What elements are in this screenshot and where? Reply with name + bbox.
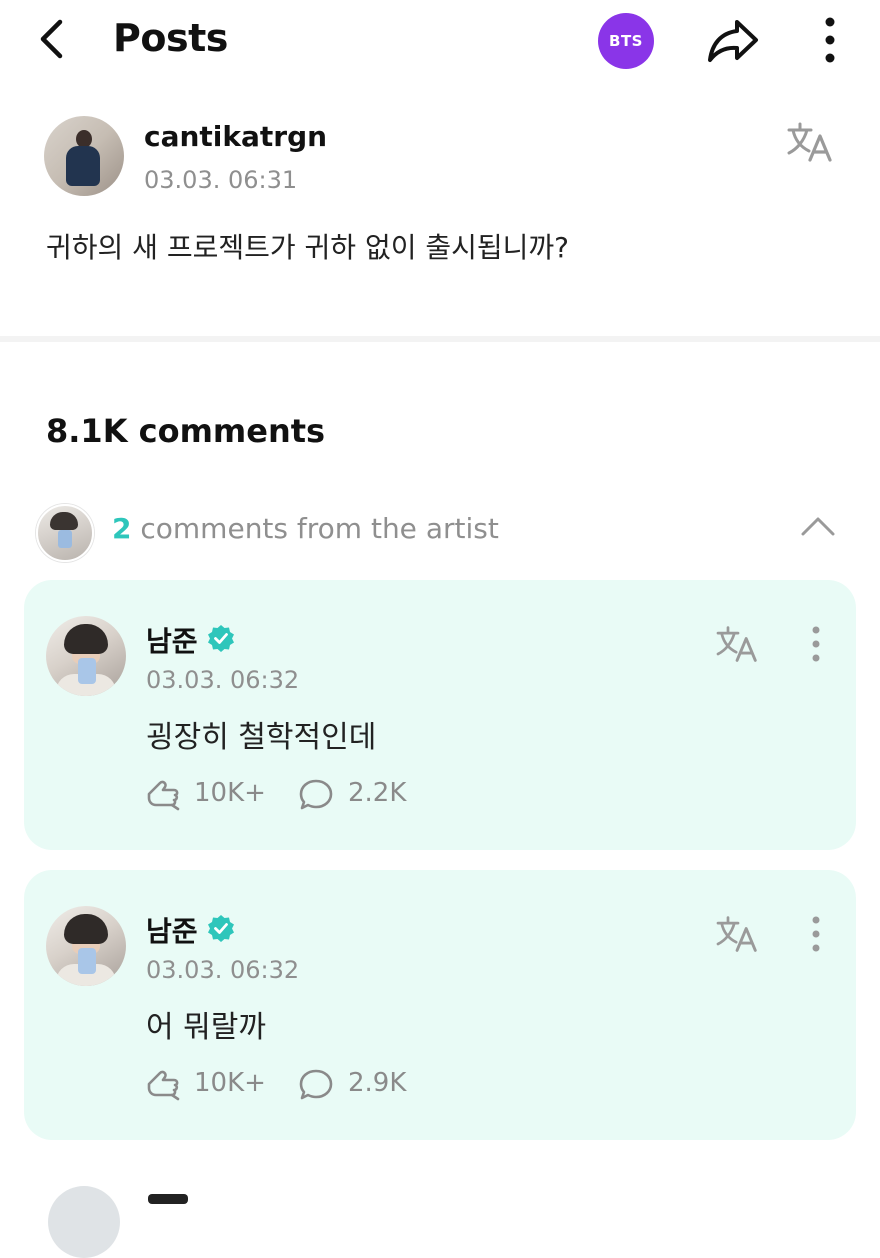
top-app-bar: Posts BTS	[0, 0, 880, 82]
verified-icon	[208, 625, 234, 652]
more-vertical-icon	[812, 916, 820, 952]
artist-avatar	[36, 504, 94, 562]
comment-translate-button[interactable]	[714, 624, 762, 664]
comment-body: 어 뭐랄까	[146, 1010, 266, 1045]
artist-comment-card: 남준 03.03. 06:32 굉장히 철학적인데 10K+ 2.2K	[24, 580, 856, 850]
post-translate-button[interactable]	[786, 120, 836, 164]
like-icon	[147, 780, 180, 811]
share-icon	[708, 20, 758, 62]
section-divider	[0, 336, 880, 342]
reply-count: 2.9K	[348, 1068, 407, 1098]
comment-author-name[interactable]: 남준	[146, 620, 198, 660]
artist-comments-text: comments from the artist	[131, 512, 499, 545]
like-count: 10K+	[194, 1068, 266, 1098]
more-vertical-icon	[812, 626, 820, 662]
like-icon	[147, 1070, 180, 1101]
more-options-button[interactable]	[812, 14, 848, 68]
artist-comments-label: 2 comments from the artist	[112, 512, 499, 545]
post-author-name[interactable]: cantikatrgn	[144, 120, 327, 153]
share-button[interactable]	[704, 14, 762, 68]
artist-comment-card: 남준 03.03. 06:32 어 뭐랄까 10K+ 2.9K	[24, 870, 856, 1140]
avatar[interactable]	[44, 116, 124, 196]
like-count: 10K+	[194, 778, 266, 808]
avatar[interactable]	[48, 1186, 120, 1258]
comment-author-name[interactable]: 남준	[146, 910, 198, 950]
artist-comments-toggle[interactable]: 2 comments from the artist	[36, 504, 846, 562]
comment-body: 굉장히 철학적인데	[146, 720, 377, 755]
translate-icon	[716, 916, 757, 952]
translate-icon	[787, 122, 832, 162]
back-button[interactable]	[30, 16, 76, 62]
comment-timestamp: 03.03. 06:32	[146, 666, 300, 694]
reply-count: 2.2K	[348, 778, 407, 808]
artist-comments-count: 2	[112, 512, 132, 545]
comment-more-button[interactable]	[804, 624, 828, 668]
avatar[interactable]	[46, 616, 126, 696]
community-badge[interactable]: BTS	[598, 13, 654, 69]
comments-count: 8.1K comments	[46, 412, 326, 450]
post-body: 귀하의 새 프로젝트가 귀하 없이 출시됩니까?	[46, 231, 570, 264]
comment-more-button[interactable]	[804, 914, 828, 958]
comment-translate-button[interactable]	[714, 914, 762, 954]
chevron-up-icon[interactable]	[800, 514, 836, 538]
chevron-left-icon	[40, 19, 63, 59]
avatar[interactable]	[46, 906, 126, 986]
reply-icon	[299, 779, 333, 810]
post-timestamp: 03.03. 06:31	[144, 166, 298, 194]
post-author-row: cantikatrgn 03.03. 06:31	[44, 116, 834, 206]
next-comment-author-peek	[148, 1194, 188, 1204]
reply-icon	[299, 1069, 333, 1100]
more-vertical-icon	[825, 17, 835, 63]
verified-icon	[208, 915, 234, 942]
translate-icon	[716, 626, 757, 662]
page-title: Posts	[113, 16, 228, 60]
comment-timestamp: 03.03. 06:32	[146, 956, 300, 984]
